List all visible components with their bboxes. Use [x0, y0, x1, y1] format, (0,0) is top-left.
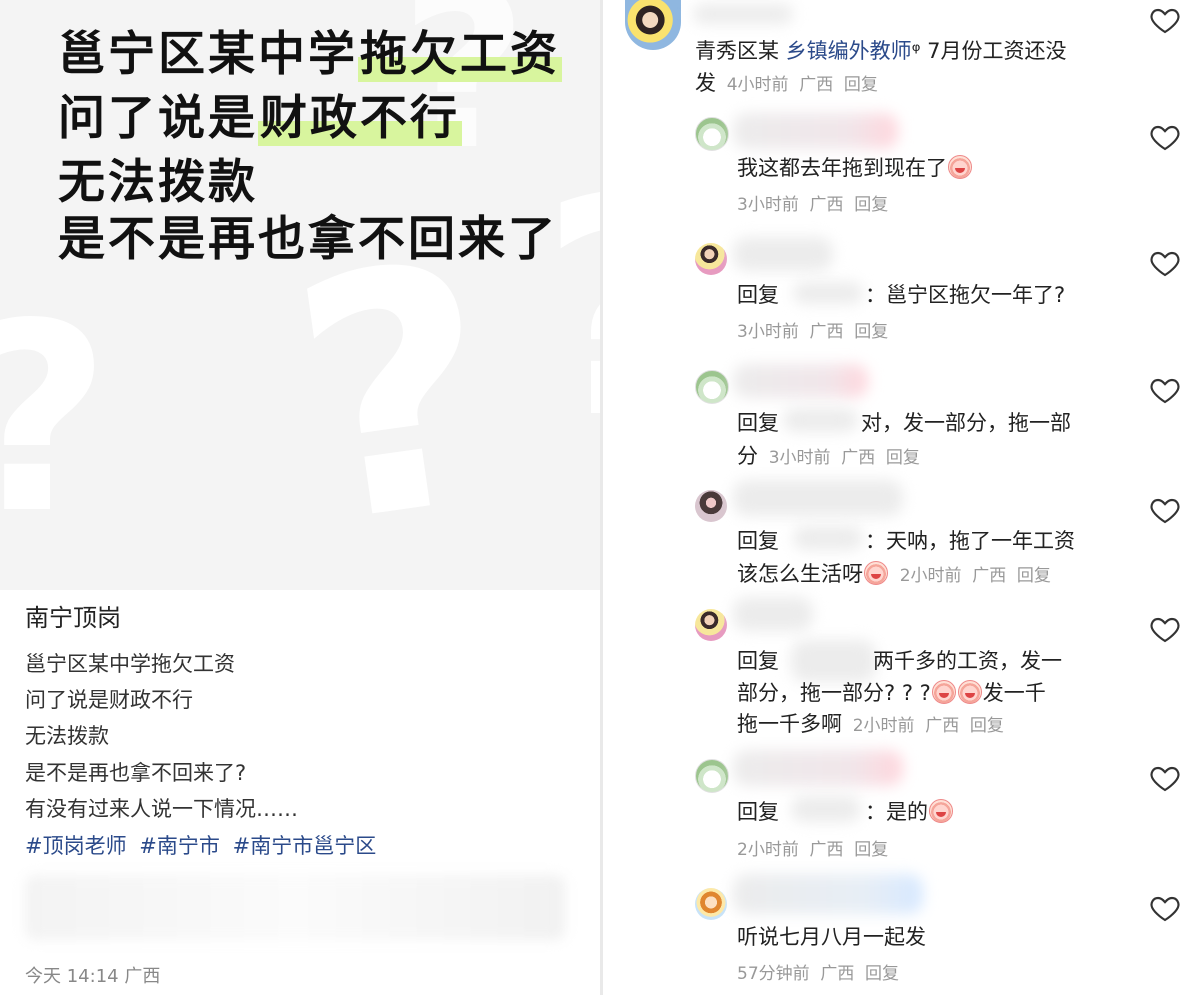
mention-link[interactable]: 乡镇编外教师 [786, 39, 912, 63]
comment-text: 发 4小时前 广西 回复 [695, 71, 878, 95]
blurred-username [733, 113, 898, 149]
heart-icon[interactable] [1149, 247, 1181, 279]
heart-icon[interactable] [1149, 613, 1181, 645]
question-mark-decoration: ? [540, 160, 600, 460]
comment-meta: 3小时前 广西 回复 [737, 314, 888, 348]
post-meta: 今天 14:14 广西 [25, 966, 161, 987]
heart-icon[interactable] [1149, 121, 1181, 153]
comment-meta: 3小时前 广西 回复 [737, 187, 888, 221]
hashtag-link[interactable]: #顶岗老师 [25, 834, 127, 858]
blurred-username [733, 874, 923, 914]
comment-text: 部分，拖一部分? ? ? 发一千 [737, 680, 1046, 705]
comment-region: 广西 [799, 75, 834, 95]
comment-time: 4小时前 [726, 75, 789, 95]
heart-icon[interactable] [1149, 374, 1181, 406]
crying-face-emoji [929, 799, 953, 823]
comment-text: 分 3小时前 广西 回复 [737, 444, 920, 468]
blurred-username [733, 597, 813, 631]
comment-text: 听说七月八月一起发 [737, 925, 926, 949]
comment-time: 3小时前 [768, 448, 831, 468]
avatar[interactable] [695, 117, 729, 151]
blurred-username [693, 4, 793, 24]
comment-text: 青秀区某 乡镇编外教师ᵠ 7月份工资还没 [695, 39, 1067, 63]
cover-line-1: 邕宁区某中学拖欠工资 [58, 27, 562, 82]
avatar[interactable] [695, 888, 727, 920]
post-tags: #顶岗老师 #南宁市 #南宁市邕宁区 [25, 830, 382, 860]
comment-time: 2小时前 [737, 840, 799, 860]
comment-region: 广西 [972, 566, 1007, 586]
blurred-username [733, 364, 868, 398]
comment-text: 回复 对，发一部分，拖一部 [737, 411, 1071, 435]
crying-face-emoji [948, 155, 972, 179]
question-mark-decoration: ? [274, 191, 518, 590]
comment-region: 广西 [925, 716, 960, 736]
crying-face-emoji [957, 680, 982, 704]
avatar[interactable] [695, 490, 727, 522]
comment-time: 2小时前 [852, 716, 915, 736]
blurred-username [733, 237, 833, 271]
reply-button[interactable]: 回复 [844, 75, 878, 95]
comment-region: 广西 [809, 840, 844, 860]
cover-line-4: 是不是再也拿不回来了 [58, 212, 558, 267]
comment-text: 回复 ：是的 [737, 796, 954, 828]
comment-text: 回复 ：天呐，拖了一年工资 [737, 529, 1075, 553]
comment-region: 广西 [809, 195, 844, 215]
heart-icon[interactable] [1149, 892, 1181, 924]
cover-highlight: 财政不行 [258, 91, 462, 146]
blurred-username [733, 480, 903, 516]
reply-button[interactable]: 回复 [865, 964, 899, 984]
post-body-line: 邕宁区某中学拖欠工资 [25, 652, 235, 676]
comments-panel: 青秀区某 乡镇编外教师ᵠ 7月份工资还没 发 4小时前 广西 回复 我这都去年拖… [603, 0, 1199, 995]
comment-meta: 57分钟前 广西 回复 [737, 956, 899, 990]
comment-meta: 2小时前 广西 回复 [737, 832, 888, 866]
comment-text: 我这都去年拖到现在了 [737, 152, 973, 184]
post-body-line: 有没有过来人说一下情况…… [25, 797, 298, 821]
blurred-username [733, 750, 903, 786]
avatar[interactable] [695, 370, 729, 404]
avatar[interactable] [695, 759, 729, 793]
reply-button[interactable]: 回复 [1017, 566, 1051, 586]
post-body-line: 是不是再也拿不回来了? [25, 761, 247, 785]
reply-button[interactable]: 回复 [886, 448, 920, 468]
hashtag-link[interactable]: #南宁市邕宁区 [233, 834, 377, 858]
reply-button[interactable]: 回复 [854, 840, 888, 860]
avatar[interactable] [625, 0, 681, 50]
comment-time: 57分钟前 [737, 964, 810, 984]
cover-highlight: 拖欠工资 [358, 27, 562, 82]
heart-icon[interactable] [1149, 4, 1181, 36]
question-mark-decoration: ? [0, 290, 111, 550]
comment-text: 回复 两千多的工资，发一 [737, 649, 1062, 673]
post-cover-image[interactable]: ? ? ? ? 邕宁区某中学拖欠工资 问了说是财政不行 无法拨款 是不是再也拿不… [0, 0, 600, 590]
comment-time: 3小时前 [737, 322, 799, 342]
reply-button[interactable]: 回复 [854, 195, 888, 215]
crying-face-emoji [931, 680, 956, 704]
comment-time: 3小时前 [737, 195, 799, 215]
cover-line-3: 无法拨款 [58, 155, 258, 210]
comment-text: 拖一千多啊 2小时前 广西 回复 [737, 712, 1004, 736]
post-title: 南宁顶岗 [25, 604, 121, 632]
heart-icon[interactable] [1149, 494, 1181, 526]
reply-button[interactable]: 回复 [854, 322, 888, 342]
post-panel: ? ? ? ? 邕宁区某中学拖欠工资 问了说是财政不行 无法拨款 是不是再也拿不… [0, 0, 600, 995]
comment-text: 该怎么生活呀 2小时前 广西 回复 [737, 561, 1051, 586]
post-body-line: 无法拨款 [25, 724, 109, 748]
comment-text: 回复 ：邕宁区拖欠一年了? [737, 283, 1066, 307]
avatar[interactable] [695, 243, 727, 275]
blurred-region [25, 875, 565, 940]
comment-region: 广西 [841, 448, 876, 468]
avatar[interactable] [695, 609, 727, 641]
crying-face-emoji [864, 561, 888, 585]
heart-icon[interactable] [1149, 762, 1181, 794]
comment-region: 广西 [820, 964, 855, 984]
cover-line-2: 问了说是财政不行 [58, 91, 462, 146]
comment-time: 2小时前 [899, 566, 962, 586]
post-body-line: 问了说是财政不行 [25, 688, 193, 712]
hashtag-link[interactable]: #南宁市 [139, 834, 220, 858]
reply-button[interactable]: 回复 [970, 716, 1004, 736]
comment-region: 广西 [809, 322, 844, 342]
